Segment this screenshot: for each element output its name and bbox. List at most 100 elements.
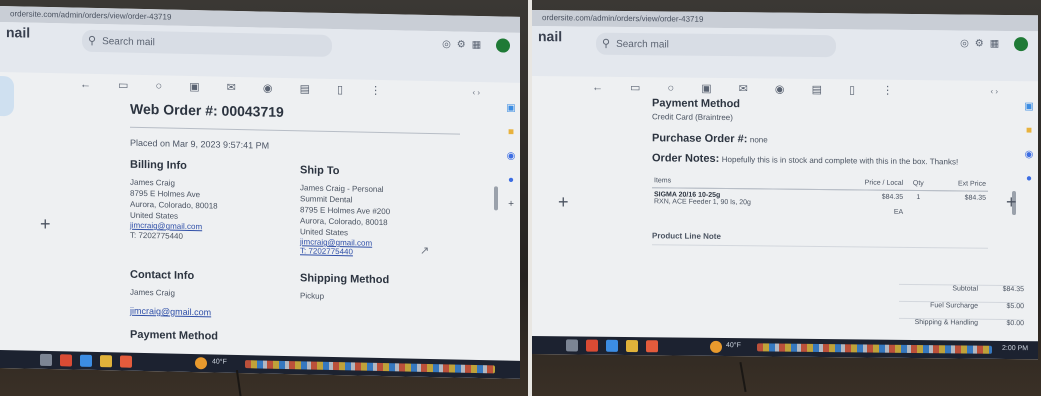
header-icons[interactable]: ◎⚙▦	[960, 36, 1028, 52]
add-icon: +	[1006, 192, 1017, 212]
app-icon[interactable]	[120, 355, 132, 368]
calendar-icon[interactable]: ▣	[1022, 95, 1036, 119]
edge-icon[interactable]	[606, 339, 618, 352]
monitor-cable	[739, 362, 747, 392]
shipto-title: Ship To	[300, 164, 340, 178]
payment-title: Payment Method	[130, 328, 219, 343]
divider	[130, 126, 460, 135]
shipping-method: Shipping Method Pickup	[300, 272, 450, 304]
tasks-icon[interactable]: ◉	[504, 145, 518, 169]
col-price: Price / Local	[830, 176, 906, 191]
payment-title: Payment Method	[652, 97, 741, 111]
col-ext: Ext Price	[931, 177, 988, 192]
add-addon-icon[interactable]: +	[504, 193, 518, 217]
contact-title: Contact Info	[130, 268, 195, 283]
right-photo: ordersite.com/admin/orders/view/order-43…	[532, 0, 1041, 396]
item-price: $84.35	[881, 193, 904, 201]
po-title: Purchase Order #:	[652, 132, 748, 146]
contact-info: Contact Info James Craig jimcraig@gmail.…	[130, 269, 280, 319]
browser-url[interactable]: ordersite.com/admin/orders/view/order-43…	[10, 9, 171, 21]
edge-icon[interactable]	[80, 354, 92, 367]
billing-phone: T: 7202775440	[130, 230, 183, 241]
ship-to: Ship To James Craig - Personal Summit De…	[300, 164, 460, 258]
contact-email-link[interactable]: jimcraig@gmail.com	[130, 306, 280, 319]
taskbar-apps-strip[interactable]	[245, 360, 495, 374]
po-value: none	[749, 135, 768, 145]
cursor-crosshair-icon: +	[558, 192, 569, 212]
file-explorer-icon[interactable]	[626, 339, 638, 353]
order-items-table: Items Price / Local Qty Ext Price SIGMA …	[652, 174, 988, 220]
total-label: Shipping & Handling	[914, 319, 978, 327]
billing-info: Billing Info James Craig 8795 E Holmes A…	[130, 159, 280, 244]
side-panel-icons[interactable]: ▣ ■ ◉ ●	[1022, 95, 1036, 191]
keep-icon[interactable]: ■	[1022, 119, 1036, 143]
header-icons[interactable]: ◎⚙▦	[442, 37, 510, 53]
task-view-icon[interactable]	[566, 339, 578, 352]
windows-taskbar: 40°F	[0, 350, 520, 379]
monitor-screen-right: ordersite.com/admin/orders/view/order-43…	[532, 10, 1038, 360]
compose-rail[interactable]	[0, 76, 14, 117]
notes-title: Order Notes:	[652, 152, 720, 165]
file-explorer-icon[interactable]	[100, 355, 112, 368]
totals-row: Shipping & Handling $0.00	[898, 317, 1024, 337]
app-title: nail	[6, 24, 31, 41]
app-icon[interactable]	[646, 340, 658, 353]
item-qty: 1	[916, 194, 921, 202]
item-unit: EA	[893, 208, 904, 216]
chrome-icon[interactable]	[60, 354, 72, 367]
weather-temp: 40°F	[212, 358, 227, 366]
task-view-icon[interactable]	[40, 353, 52, 367]
tasks-icon[interactable]: ◉	[1022, 143, 1036, 167]
avatar[interactable]	[496, 38, 510, 53]
weather-icon[interactable]	[710, 340, 722, 353]
totals-row: Fuel Surcharge $5.00	[898, 300, 1024, 320]
windows-taskbar: 40°F 2:00 PM	[532, 336, 1038, 360]
mail-toolbar[interactable]: ← ▭ ○ ▣ ✉ ◉ ▤ ▯ ⋮	[592, 81, 905, 97]
keep-icon[interactable]: ■	[504, 121, 518, 145]
product-line-note: Product Line Note	[652, 230, 988, 249]
total-label: Fuel Surcharge	[930, 302, 978, 310]
contacts-icon[interactable]: ●	[504, 169, 518, 193]
pager[interactable]: ‹ ›	[472, 88, 480, 97]
search-placeholder: Search mail	[102, 36, 155, 49]
mail-toolbar[interactable]: ← ▭ ○ ▣ ✉ ◉ ▤ ▯ ⋮	[80, 78, 393, 98]
app-title: nail	[538, 28, 563, 45]
notes-value: Hopefully this is in stock and complete …	[721, 154, 959, 167]
weather-icon[interactable]	[195, 357, 207, 370]
pager[interactable]: ‹ ›	[990, 87, 998, 96]
billing-title: Billing Info	[130, 158, 187, 172]
shipping-method-value: Pickup	[300, 291, 325, 301]
left-photo: ordersite.com/admin/orders/view/order-43…	[0, 0, 528, 396]
order-email-body: Payment Method Credit Card (Braintree) P…	[652, 97, 988, 249]
placed-date: Placed on Mar 9, 2023 9:57:41 PM	[130, 137, 270, 151]
order-totals: Subtotal $84.35 Fuel Surcharge $5.00 Shipp…	[898, 283, 1024, 337]
order-heading: Web Order #: 00043719	[130, 100, 284, 120]
monitor-cable	[235, 370, 243, 396]
avatar[interactable]	[1014, 37, 1028, 52]
payment-method: Payment Method	[130, 329, 280, 350]
search-icon: ⚲	[88, 34, 97, 48]
order-email-body: Web Order #: 00043719 Placed on Mar 9, 2…	[130, 100, 480, 343]
item-ext: $84.35	[964, 194, 986, 202]
taskbar-apps-strip[interactable]	[757, 343, 992, 354]
shipping-method-title: Shipping Method	[300, 272, 390, 287]
col-qty: Qty	[905, 176, 932, 191]
cursor-crosshair-icon: +	[40, 214, 51, 234]
search-input[interactable]: ⚲ Search mail	[596, 32, 836, 58]
monitor-screen-left: ordersite.com/admin/orders/view/order-43…	[0, 6, 520, 379]
calendar-icon[interactable]: ▣	[504, 97, 518, 121]
totals-row: Subtotal $84.35	[898, 283, 1024, 303]
item-desc: RXN, ACE Feeder 1, 90 ls, 20g	[654, 198, 751, 207]
search-icon: ⚲	[602, 37, 611, 50]
table-row: SIGMA 20/16 10-25g RXN, ACE Feeder 1, 90…	[652, 188, 988, 220]
clock: 2:00 PM	[1002, 344, 1029, 353]
chrome-icon[interactable]	[586, 339, 598, 352]
weather-temp: 40°F	[726, 342, 741, 350]
mouse-pointer-icon: ↗	[420, 245, 430, 257]
scrollbar[interactable]	[494, 186, 498, 211]
side-panel-icons[interactable]: ▣ ■ ◉ ● +	[504, 97, 518, 217]
browser-url[interactable]: ordersite.com/admin/orders/view/order-43…	[542, 13, 703, 24]
total-value: $84.35	[1002, 285, 1024, 294]
contacts-icon[interactable]: ●	[1022, 167, 1036, 191]
total-value: $0.00	[1006, 319, 1024, 328]
